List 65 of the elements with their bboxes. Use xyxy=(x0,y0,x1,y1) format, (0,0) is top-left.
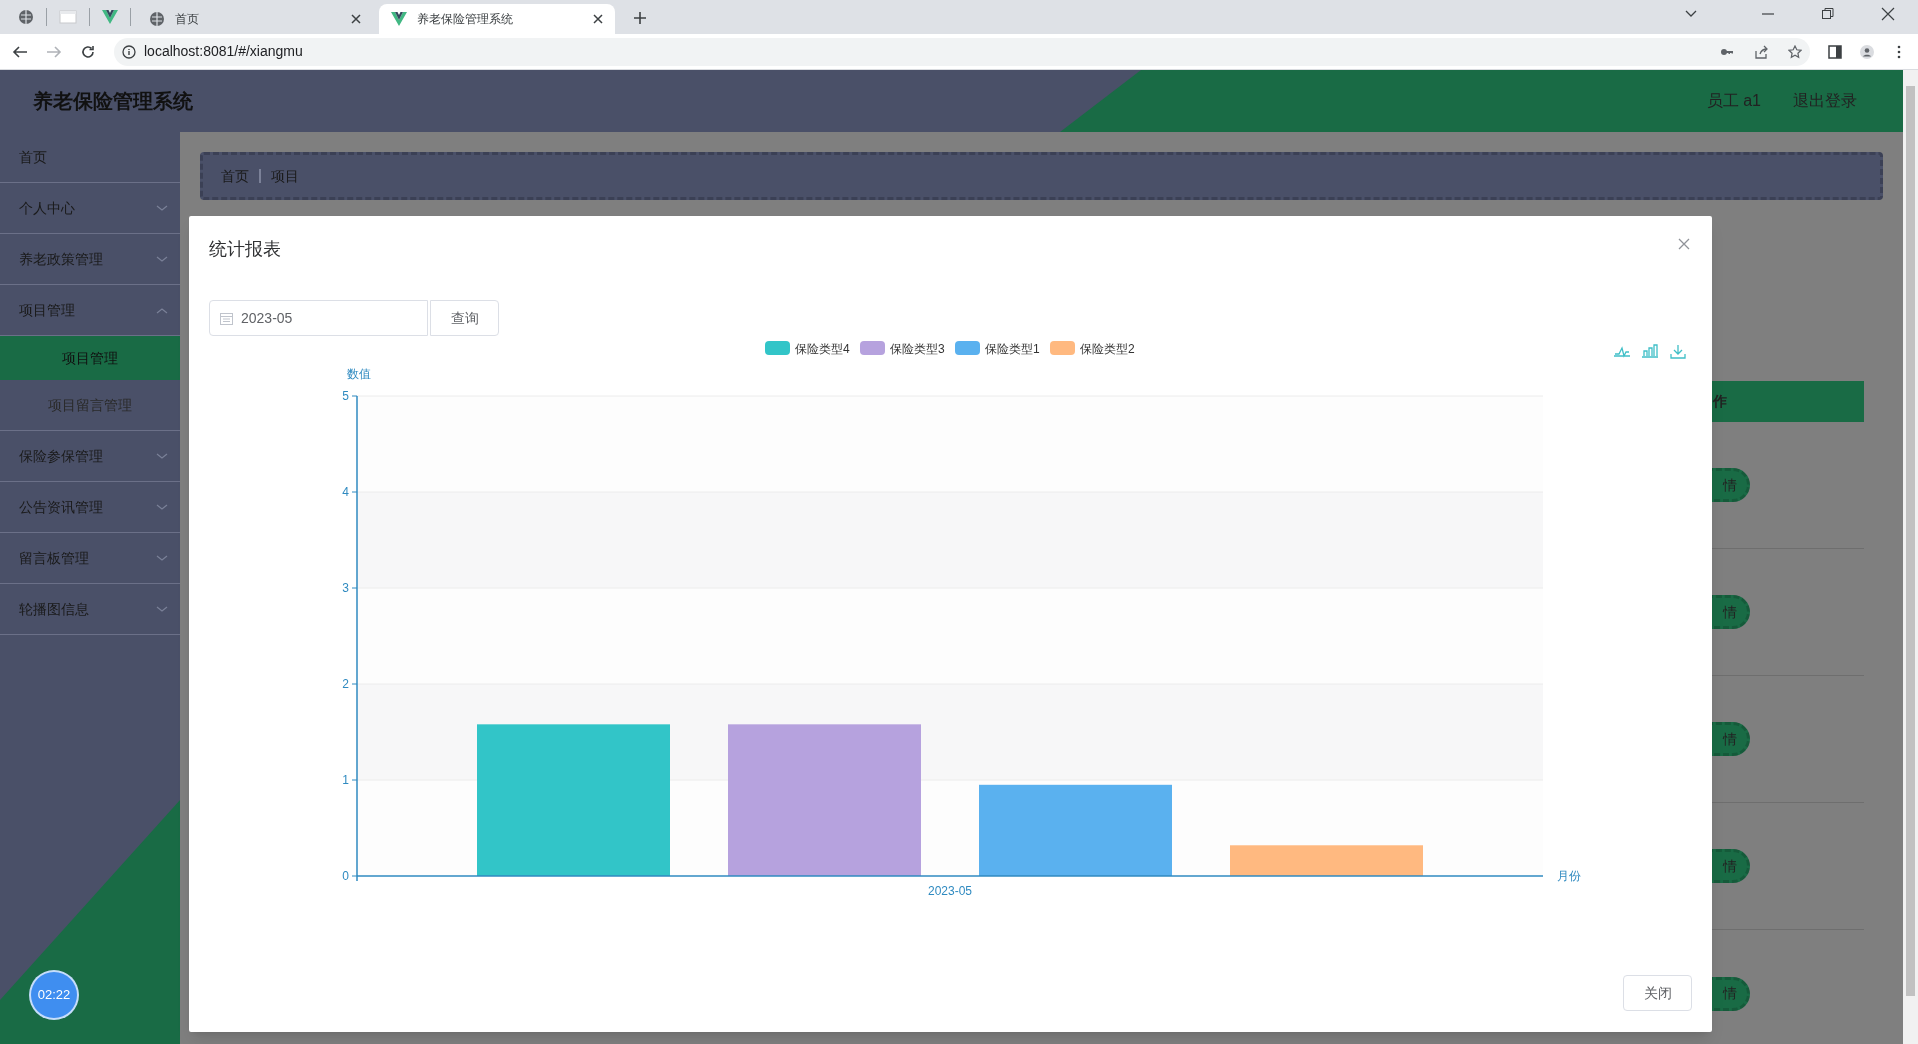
back-icon[interactable] xyxy=(12,43,28,60)
date-field[interactable]: 2023-05 xyxy=(209,300,428,336)
globe-icon[interactable] xyxy=(18,9,34,25)
chevron-icon xyxy=(156,554,168,562)
v-logo-icon xyxy=(391,11,407,27)
menu-item[interactable]: 留言板管理 xyxy=(0,533,180,584)
chevron-icon xyxy=(156,503,168,511)
legend-item[interactable]: 保险类型2 xyxy=(1050,341,1135,356)
restore-icon[interactable] xyxy=(1821,7,1835,21)
profile-icon[interactable] xyxy=(1860,44,1874,59)
legend-item[interactable]: 保险类型3 xyxy=(860,341,945,356)
side-panel-icon[interactable] xyxy=(1828,44,1842,59)
breadcrumb-link[interactable]: 项目 xyxy=(271,165,299,187)
new-tab-icon[interactable] xyxy=(633,11,647,25)
close-icon[interactable] xyxy=(1881,7,1895,21)
axis-title: 数值 xyxy=(347,367,371,381)
query-button[interactable]: 查询 xyxy=(430,300,499,336)
reload-icon[interactable] xyxy=(80,43,96,60)
tick-label: 4 xyxy=(342,485,349,499)
tick-label: 2 xyxy=(342,677,349,691)
axis-title: 月份 xyxy=(1557,869,1581,883)
tab-title: 首页 xyxy=(175,11,200,28)
chevron-icon xyxy=(156,452,168,460)
globe-icon xyxy=(149,11,165,27)
legend-label: 保险类型4 xyxy=(795,342,850,356)
chevron-icon xyxy=(156,204,168,212)
legend-item[interactable]: 保险类型1 xyxy=(955,341,1040,356)
menu-item[interactable]: 轮播图信息 xyxy=(0,584,180,635)
menu-item[interactable]: 个人中心 xyxy=(0,183,180,234)
user-name: 员工 a1 xyxy=(1706,91,1761,111)
legend-item[interactable]: 保险类型4 xyxy=(765,341,850,356)
info-icon xyxy=(122,44,136,59)
legend-label: 保险类型1 xyxy=(985,342,1040,356)
share-icon[interactable] xyxy=(1754,44,1768,59)
legend-label: 保险类型3 xyxy=(890,342,945,356)
tab-title: 养老保险管理系统 xyxy=(417,11,514,28)
tick-label: 3 xyxy=(342,581,349,595)
close-icon xyxy=(593,14,603,24)
chevron-icon xyxy=(156,255,168,263)
menu-item[interactable]: 保险参保管理 xyxy=(0,431,180,482)
breadcrumb-link[interactable]: 首页 xyxy=(221,165,249,187)
tick-label: 0 xyxy=(342,869,349,883)
browser-tab[interactable]: 首页 xyxy=(137,4,373,34)
url-text: localhost:8081/#/xiangmu xyxy=(144,42,304,61)
app-title: 养老保险管理系统 xyxy=(33,89,194,114)
category-label: 2023-05 xyxy=(928,884,972,898)
tick-label: 5 xyxy=(342,389,349,403)
star-icon[interactable] xyxy=(1788,44,1802,59)
logout-link[interactable]: 退出登录 xyxy=(1793,89,1857,113)
address-bar[interactable]: localhost:8081/#/xiangmu xyxy=(114,37,1810,66)
menu-item[interactable]: 公告资讯管理 xyxy=(0,482,180,533)
legend-label: 保险类型2 xyxy=(1080,342,1135,356)
close-icon xyxy=(351,14,361,24)
close-button[interactable]: 关闭 xyxy=(1623,975,1692,1011)
menu-item[interactable]: 养老政策管理 xyxy=(0,234,180,285)
tick-label: 1 xyxy=(342,773,349,787)
browser-tab[interactable]: 养老保险管理系统 xyxy=(379,4,615,34)
dialog-title: 统计报表 xyxy=(209,238,281,261)
submenu-item[interactable]: 项目留言管理 xyxy=(0,380,180,431)
scrollbar[interactable] xyxy=(1903,70,1918,1044)
v-logo-icon[interactable] xyxy=(102,9,118,25)
calendar-icon xyxy=(220,312,233,325)
submenu-item[interactable]: 项目管理 xyxy=(0,336,180,380)
chevron-icon xyxy=(156,605,168,613)
menu-item[interactable]: 首页 xyxy=(0,132,180,183)
